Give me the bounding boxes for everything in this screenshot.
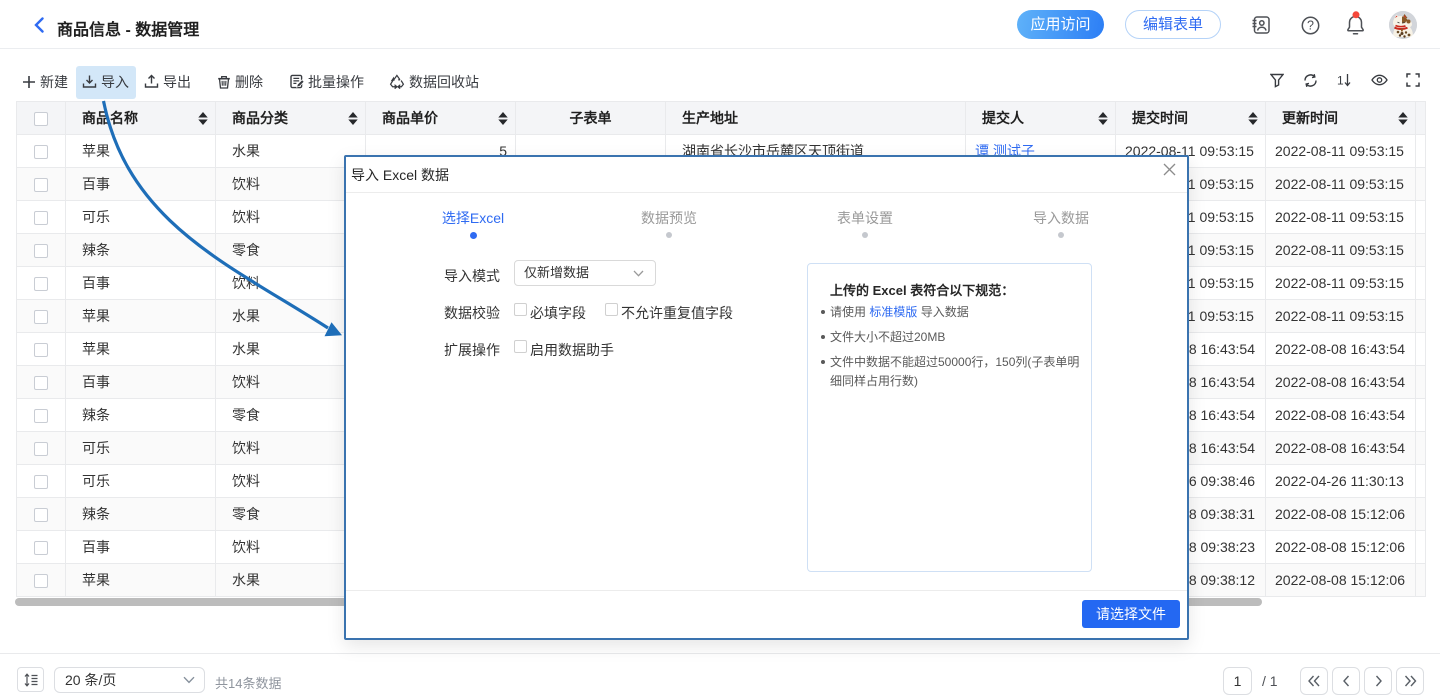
svg-text:?: ? (1307, 19, 1314, 33)
svg-text:1: 1 (1337, 74, 1344, 88)
